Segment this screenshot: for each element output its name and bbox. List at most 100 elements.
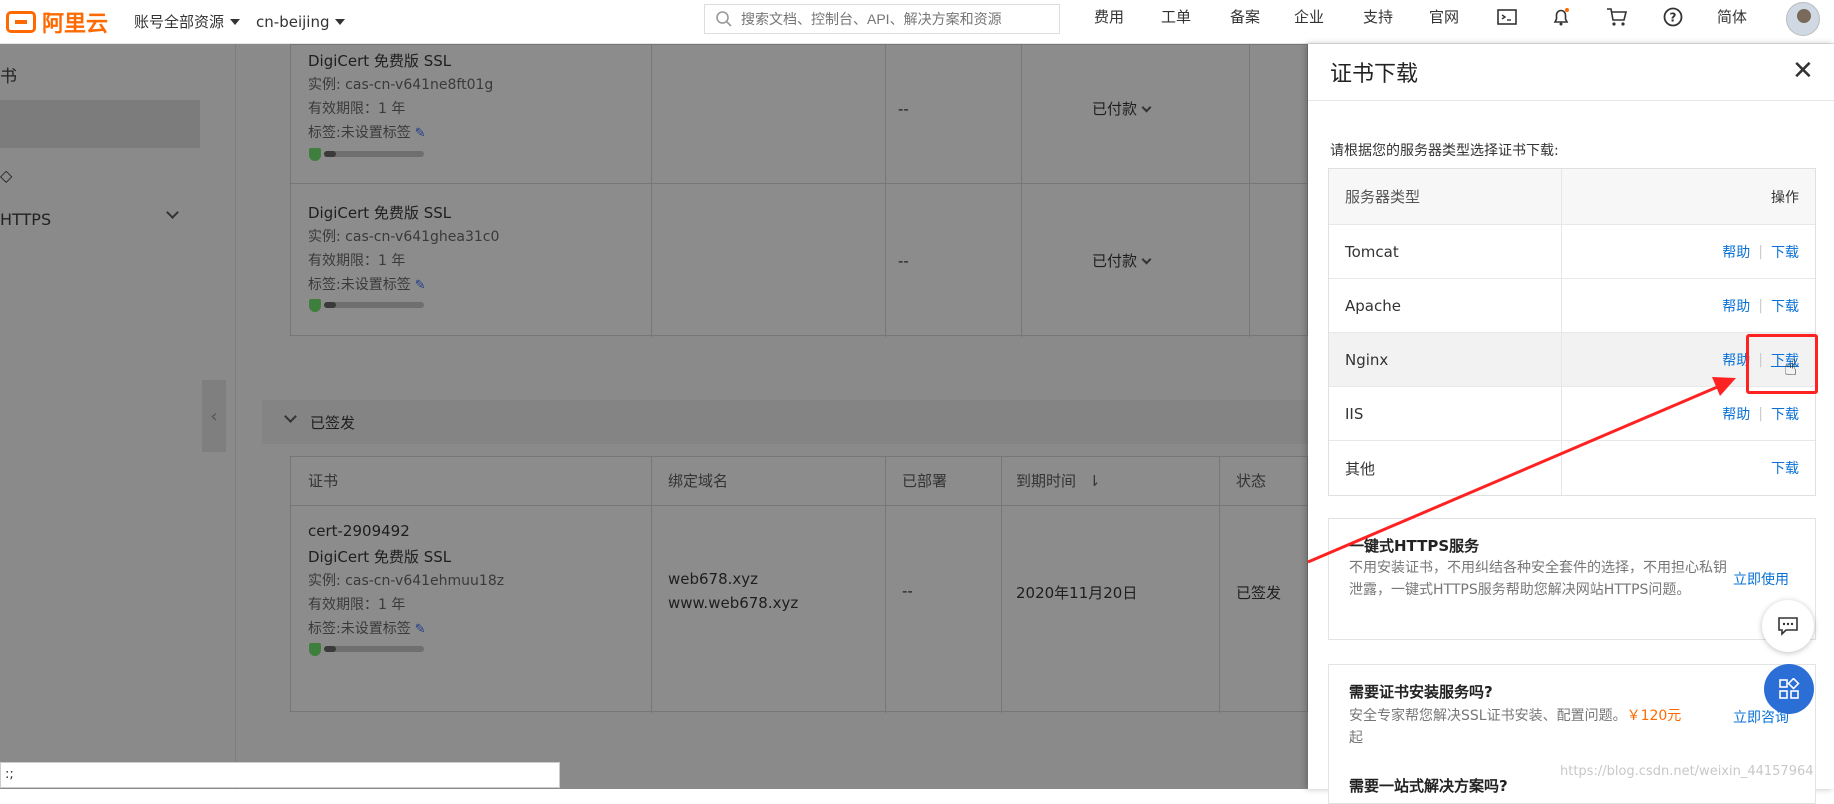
col-divider [885, 45, 886, 337]
nav-fees[interactable]: 费用 [1094, 6, 1124, 27]
cert-tag-text: 标签:未设置标签 [308, 277, 411, 293]
download-link[interactable]: 下载 [1771, 296, 1799, 316]
status-strip: :; [0, 762, 560, 788]
aliyun-logo[interactable]: 阿里云 [6, 6, 108, 38]
cart-icon[interactable] [1606, 6, 1628, 28]
language-switch[interactable]: 简体 [1717, 6, 1747, 27]
edit-pencil-icon[interactable]: ✎ [415, 126, 426, 141]
close-icon[interactable]: ✕ [1792, 58, 1814, 84]
global-search[interactable] [704, 4, 1060, 34]
region-label: cn-beijing [256, 12, 330, 31]
col-divider [1561, 333, 1562, 386]
edit-pencil-icon[interactable]: ✎ [415, 278, 426, 293]
col-header-action: 操作 [1771, 187, 1799, 207]
security-level-bar [324, 151, 424, 157]
row-actions: 帮助 | 下载 [1722, 242, 1799, 262]
region-select[interactable]: cn-beijing [256, 12, 346, 31]
apps-icon[interactable] [1764, 664, 1814, 714]
cert-tag-text: 标签:未设置标签 [308, 621, 411, 637]
nav-icp[interactable]: 备案 [1230, 6, 1260, 27]
caret-down-icon [335, 18, 346, 25]
nav-enterprise[interactable]: 企业 [1294, 6, 1324, 27]
download-link[interactable]: 下载 [1771, 458, 1799, 478]
col-header-expiry-label: 到期时间 [1016, 472, 1077, 490]
cert-deployed: -- [898, 100, 909, 118]
server-row-other: 其他 下载 [1329, 441, 1815, 495]
col-header-status: 状态 [1236, 472, 1267, 490]
search-input[interactable] [741, 11, 1041, 27]
help-link[interactable]: 帮助 [1722, 242, 1750, 262]
issued-section-label: 已签发 [310, 414, 356, 432]
download-link[interactable]: 下载 [1771, 242, 1799, 262]
server-name: 其他 [1345, 459, 1376, 478]
chevron-down-icon[interactable] [166, 206, 179, 219]
caret-down-icon [230, 18, 241, 25]
install-service-price: ￥120元 [1626, 708, 1682, 724]
highlight-box [1746, 334, 1818, 394]
col-divider [1561, 387, 1562, 440]
col-divider [1219, 457, 1220, 713]
col-divider [1021, 45, 1022, 337]
cert-status-dropdown[interactable]: 已付款 [1092, 250, 1152, 271]
row-divider [291, 183, 1309, 184]
sidebar: 书 ◇ HTTPS [0, 44, 236, 789]
shield-icon [309, 643, 321, 656]
install-service-box: 需要证书安装服务吗? 安全专家帮您解决SSL证书安装、配置问题。￥120元起 立… [1328, 664, 1816, 804]
panel-divider [1308, 100, 1834, 101]
link-separator: | [1758, 405, 1763, 422]
sidebar-item-active[interactable] [0, 100, 200, 148]
edit-pencil-icon[interactable]: ✎ [415, 622, 426, 637]
cert-status: 已付款 [1092, 252, 1138, 270]
user-avatar[interactable] [1786, 2, 1820, 36]
bound-domain: www.web678.xyz [668, 594, 799, 612]
col-divider [885, 457, 886, 713]
install-service-desc: 安全专家帮您解决SSL证书安装、配置问题。 [1349, 708, 1627, 724]
cert-tag: 标签:未设置标签 ✎ [308, 122, 426, 142]
account-scope-select[interactable]: 账号全部资源 [134, 11, 241, 32]
row-actions: 下载 [1771, 458, 1799, 478]
cert-instance: 实例: cas-cn-v641ne8ft01g [308, 77, 494, 93]
cert-instance: 实例: cas-cn-v641ghea31c0 [308, 229, 500, 245]
cert-product-name: DigiCert 免费版 SSL [308, 548, 452, 566]
header-divider [291, 505, 1309, 506]
download-link[interactable]: 下载 [1771, 404, 1799, 424]
cert-tag-text: 标签:未设置标签 [308, 125, 411, 141]
install-service-text: 安全专家帮您解决SSL证书安装、配置问题。￥120元起 [1349, 705, 1729, 749]
col-divider [1561, 225, 1562, 278]
bell-icon[interactable] [1550, 6, 1572, 28]
nav-official-site[interactable]: 官网 [1429, 6, 1459, 27]
panel-title: 证书下载 [1330, 62, 1419, 87]
https-service-link[interactable]: 立即使用 [1733, 569, 1789, 589]
logo-text: 阿里云 [42, 11, 109, 37]
server-name: Nginx [1345, 350, 1389, 369]
chevron-down-icon [1141, 254, 1152, 265]
server-row-iis: IIS 帮助 | 下载 [1329, 387, 1815, 441]
sort-icon[interactable]: ⇂ [1088, 472, 1101, 490]
cert-validity: 有效期限：1 年 [308, 101, 406, 117]
server-name: Tomcat [1345, 242, 1399, 261]
cert-status-dropdown[interactable]: 已付款 [1092, 98, 1152, 119]
nav-support[interactable]: 支持 [1363, 6, 1393, 27]
server-row-tomcat: Tomcat 帮助 | 下载 [1329, 225, 1815, 279]
col-divider [651, 45, 652, 337]
nav-tickets[interactable]: 工单 [1161, 6, 1191, 27]
chat-icon[interactable] [1762, 600, 1814, 652]
terminal-icon[interactable] [1496, 6, 1518, 28]
sidebar-item-icon[interactable]: ◇ [0, 166, 12, 185]
help-link[interactable]: 帮助 [1722, 404, 1750, 424]
server-row-nginx: Nginx 帮助 | 下载 [1329, 333, 1815, 387]
cert-status: 已付款 [1092, 100, 1138, 118]
cert-tag: 标签:未设置标签 ✎ [308, 618, 426, 638]
cert-validity: 有效期限：1 年 [308, 253, 406, 269]
hand-cursor-icon: ☝ [1784, 356, 1798, 381]
server-row-apache: Apache 帮助 | 下载 [1329, 279, 1815, 333]
col-header-expiry[interactable]: 到期时间 ⇂ [1016, 470, 1101, 491]
cert-validity: 有效期限：1 年 [308, 597, 406, 613]
sidebar-item-https[interactable]: HTTPS [0, 210, 51, 229]
help-link[interactable]: 帮助 [1722, 296, 1750, 316]
shield-icon [309, 299, 321, 312]
collapse-sidebar-tab[interactable]: ‹ [202, 380, 226, 452]
help-icon[interactable]: ? [1662, 6, 1684, 28]
issued-section-header[interactable]: 已签发 [262, 400, 1308, 444]
shield-icon [309, 148, 321, 161]
